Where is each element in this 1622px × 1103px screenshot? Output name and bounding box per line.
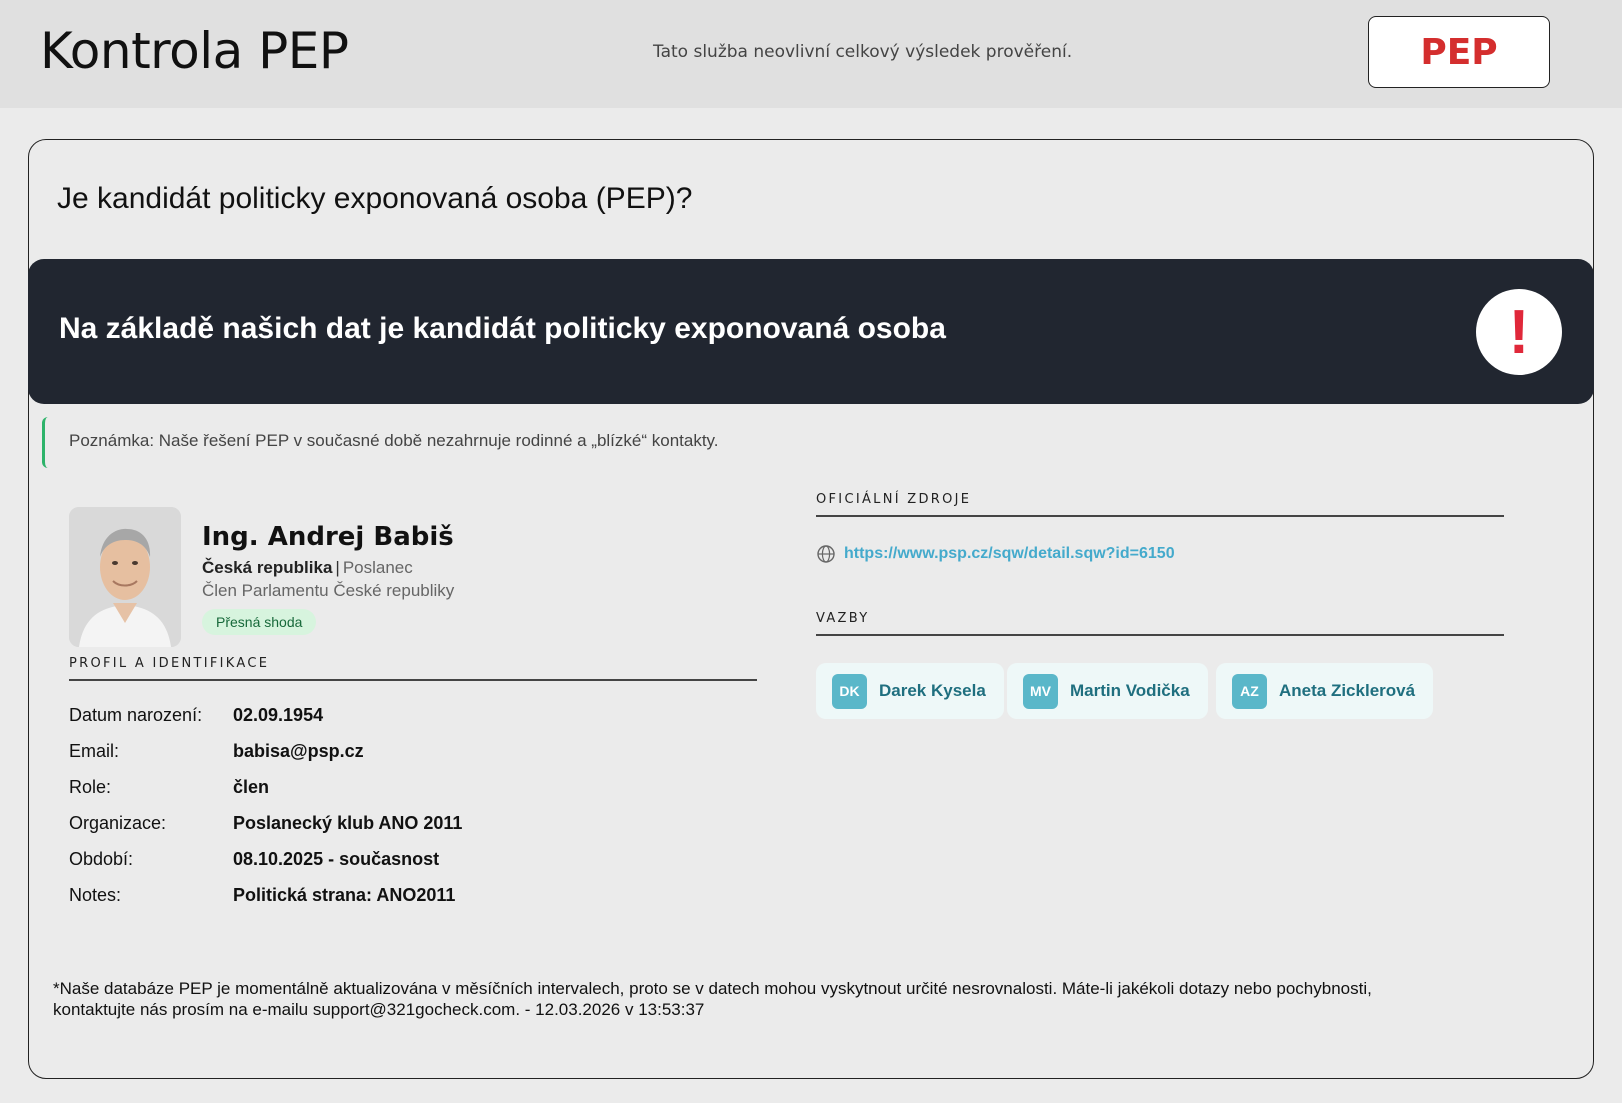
relation-name: Darek Kysela bbox=[879, 681, 986, 700]
note-box: Poznámka: Naše řešení PEP v současné dob… bbox=[42, 417, 742, 468]
email-value: babisa@psp.cz bbox=[233, 741, 364, 761]
relation-name: Martin Vodička bbox=[1070, 681, 1190, 700]
relation-name: Aneta Zicklerová bbox=[1279, 681, 1416, 700]
person-position: Poslanec bbox=[342, 558, 413, 577]
person-photo bbox=[69, 507, 181, 647]
organization-label: Organizace: bbox=[69, 813, 167, 833]
relation-avatar: AZ bbox=[1232, 673, 1267, 709]
footer-disclaimer: *Naše databáze PEP je momentálně aktuali… bbox=[53, 978, 1553, 1020]
dob-value: 02.09.1954 bbox=[233, 705, 324, 725]
alert-text: Na základě našich dat je kandidát politi… bbox=[59, 312, 946, 345]
sources-section-title: OFICIÁLNÍ ZDROJE bbox=[816, 492, 972, 507]
notes-value: Politická strana: ANO2011 bbox=[233, 885, 456, 905]
profile-divider bbox=[69, 679, 757, 681]
relation-avatar: MV bbox=[1023, 673, 1058, 709]
role-label: Role: bbox=[69, 777, 112, 797]
official-source-link[interactable]: https://www.psp.cz/sqw/detail.sqw?id=615… bbox=[844, 545, 1175, 563]
relations-section-title: VAZBY bbox=[816, 611, 870, 626]
header: Kontrola PEP Tato služba neovlivní celko… bbox=[0, 0, 1622, 108]
separator: | bbox=[335, 558, 340, 577]
organization-value: Poslanecký klub ANO 2011 bbox=[233, 813, 463, 833]
page-title: Kontrola PEP bbox=[40, 22, 349, 80]
pep-result-card: Je kandidát politicky exponovaná osoba (… bbox=[28, 139, 1594, 1079]
person-name: Ing. Andrej Babiš bbox=[202, 522, 454, 552]
footer-line-1: *Naše databáze PEP je momentálně aktuali… bbox=[53, 979, 1372, 998]
person-organization: Člen Parlamentu České republiky bbox=[202, 581, 455, 600]
relation-chip[interactable]: DK Darek Kysela bbox=[816, 663, 1004, 719]
pep-alert-banner: Na základě našich dat je kandidát politi… bbox=[28, 259, 1594, 404]
role-value: člen bbox=[233, 777, 270, 797]
exclamation-icon: ! bbox=[1476, 289, 1562, 375]
profile-section-title: PROFIL A IDENTIFIKACE bbox=[69, 656, 270, 671]
relation-avatar: DK bbox=[832, 673, 867, 709]
pep-question: Je kandidát politicky exponovaná osoba (… bbox=[57, 182, 693, 215]
notes-label: Notes: bbox=[69, 885, 122, 905]
globe-icon bbox=[817, 545, 835, 563]
note-text: Poznámka: Naše řešení PEP v současné dob… bbox=[69, 431, 719, 450]
person-country: Česká republika bbox=[202, 558, 333, 577]
dob-label: Datum narození: bbox=[69, 705, 203, 725]
pep-status-badge: PEP bbox=[1368, 16, 1550, 88]
relations-divider bbox=[816, 634, 1504, 636]
person-country-position: Česká republika | Poslanec bbox=[202, 558, 413, 578]
relation-chip[interactable]: AZ Aneta Zicklerová bbox=[1216, 663, 1434, 719]
period-label: Období: bbox=[69, 849, 134, 869]
email-label: Email: bbox=[69, 741, 120, 761]
footer-line-2: kontaktujte nás prosím na e-mailu suppor… bbox=[53, 1000, 705, 1019]
header-subtitle: Tato služba neovlivní celkový výsledek p… bbox=[653, 42, 1073, 62]
sources-divider bbox=[816, 515, 1504, 517]
match-badge: Přesná shoda bbox=[202, 609, 317, 635]
period-value: 08.10.2025 - současnost bbox=[233, 849, 440, 869]
relation-chip[interactable]: MV Martin Vodička bbox=[1007, 663, 1208, 719]
